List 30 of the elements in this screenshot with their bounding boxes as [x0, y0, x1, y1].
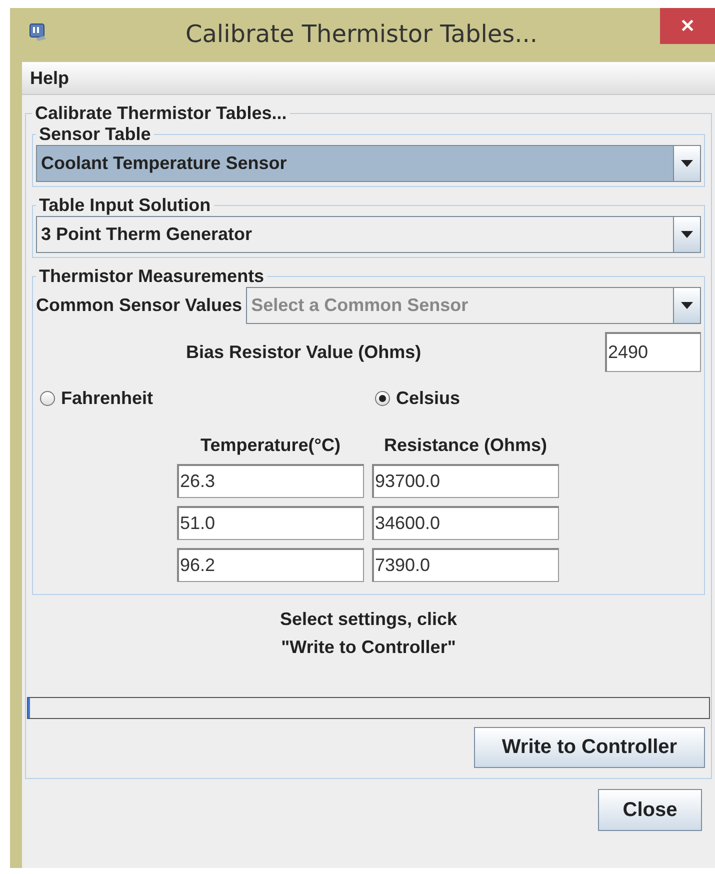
- status-message: "Write to Controller": [281, 636, 456, 659]
- field-label: Common Sensor Values: [36, 295, 242, 316]
- group-title: Sensor Table: [38, 124, 152, 145]
- status-message: Select settings, click: [280, 608, 458, 631]
- input-field[interactable]: 7390.0: [372, 548, 559, 582]
- input-field[interactable]: 26.3: [177, 464, 364, 498]
- menu-item[interactable]: Help: [22, 68, 78, 88]
- group-title: Thermistor Measurements: [38, 266, 266, 287]
- input-field[interactable]: 34600.0: [372, 506, 559, 540]
- window-title: Calibrate Thermistor Tables...: [185, 20, 538, 48]
- radio-button[interactable]: Celsius: [375, 388, 460, 409]
- app-icon: [28, 22, 48, 42]
- radio-button[interactable]: Fahrenheit: [40, 388, 154, 409]
- write-button[interactable]: Write to Controller: [474, 727, 705, 768]
- column-header: Temperature(°C): [200, 435, 342, 456]
- close-button[interactable]: Close: [598, 789, 702, 831]
- caret-icon: [681, 302, 693, 309]
- column-header: Resistance (Ohms): [382, 435, 548, 456]
- dropdown[interactable]: 3 Point Therm Generator: [36, 216, 701, 253]
- caret-icon: [681, 231, 693, 238]
- input-field[interactable]: 93700.0: [372, 464, 559, 498]
- input-field[interactable]: 2490: [605, 332, 701, 372]
- caret-icon: [681, 160, 693, 167]
- panel-title: Calibrate Thermistor Tables...: [34, 103, 288, 124]
- dropdown[interactable]: Coolant Temperature Sensor: [36, 145, 701, 182]
- group-title: Table Input Solution: [38, 195, 212, 216]
- input-field[interactable]: 96.2: [177, 548, 364, 582]
- field-label: Bias Resistor Value (Ohms): [186, 342, 422, 362]
- close-button[interactable]: ✕: [660, 8, 715, 44]
- input-field[interactable]: 51.0: [177, 506, 364, 540]
